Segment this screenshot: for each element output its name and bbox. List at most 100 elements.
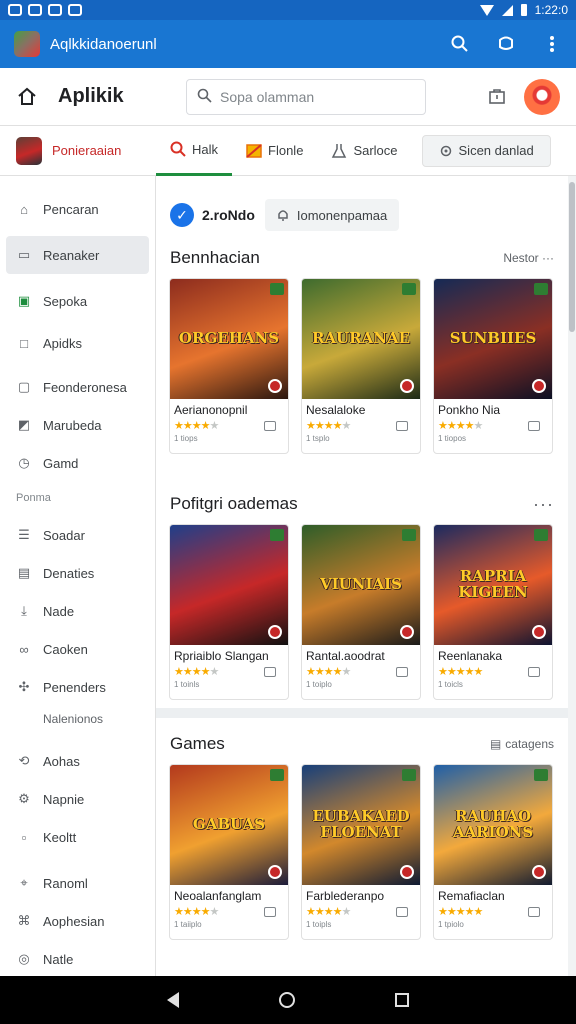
sidebar-item-denaties[interactable]: ▤ Denaties (0, 554, 155, 592)
app-card[interactable]: GABUAS Neoalanfanglam ★★★★★ 1 taiiplo (169, 764, 289, 940)
square-icon: □ (20, 335, 28, 351)
rating-stars-icon: ★★★★★ (438, 906, 483, 918)
app-cover-art: EUBAKAED FLOENAT (302, 765, 420, 885)
settings-icon (440, 145, 451, 156)
rating-stars-icon: ★★★★★ (306, 906, 351, 918)
notification-icon (48, 4, 62, 16)
install-icon[interactable] (396, 666, 408, 677)
notification-icon (28, 4, 42, 16)
section-title: Bennhacian (170, 248, 260, 267)
app-meta: ★★★★★ (170, 417, 288, 432)
section-more-link[interactable]: ▤ catagens (490, 737, 554, 751)
tab-flonle[interactable]: Flonle (232, 126, 317, 176)
shopping-bag-icon[interactable] (488, 87, 508, 107)
app-name: Rantal.aoodrat (306, 649, 385, 663)
sidebar-item-nade[interactable]: ⤓ Nade (0, 592, 155, 630)
install-icon[interactable] (264, 906, 276, 917)
search-icon[interactable] (450, 34, 470, 54)
app-meta: ★★★★★ (302, 663, 420, 678)
install-icon[interactable] (528, 420, 540, 431)
section-title: Pofitgri oademas (170, 494, 298, 513)
sidebar-item-soadar[interactable]: ☰ Soadar (0, 516, 155, 554)
sidebar-item-aophesian[interactable]: ⌘ Aophesian (0, 902, 155, 940)
sidebar-item-marubeda[interactable]: ◩ Marubeda (0, 406, 155, 444)
recents-icon[interactable] (395, 993, 409, 1007)
install-icon[interactable] (264, 420, 276, 431)
tab-halk[interactable]: Halk (156, 126, 233, 176)
install-icon[interactable] (528, 666, 540, 677)
home-icon[interactable] (16, 85, 40, 109)
platform-badge-icon (402, 283, 416, 295)
sidebar-item-reanaker[interactable]: ▭ Reanaker (6, 236, 149, 274)
app-avatar (14, 31, 40, 57)
sidebar-section-label: Ponma (16, 492, 51, 504)
app-cover-art: VIUNIAIS (302, 525, 420, 645)
install-icon[interactable] (264, 666, 276, 677)
app-card[interactable]: ORGEHANS Aerianonopnil ★★★★★ 1 tiops (169, 278, 289, 454)
sidebar-item-penenders[interactable]: ✣ Penenders (0, 668, 155, 706)
rating-stars-icon: ★★★★★ (438, 420, 483, 432)
system-nav-bar (0, 976, 576, 1024)
app-bar: Aqlkkidanoerunl (0, 20, 576, 68)
sidebar-item-napnie[interactable]: ⚙ Napnie (0, 780, 155, 818)
scrollbar-thumb[interactable] (569, 182, 575, 332)
sidebar-item-sepoka[interactable]: ▣ Sepoka (0, 282, 155, 320)
install-icon[interactable] (396, 906, 408, 917)
age-rating-icon (532, 865, 546, 879)
share-icon: ⟲ (18, 753, 30, 768)
calendar-icon: ▣ (17, 293, 31, 308)
tab-label: Halk (192, 141, 219, 157)
age-rating-icon (400, 865, 414, 879)
sidebar-item-pencaran[interactable]: ⌂ Pencaran (0, 190, 155, 228)
flask-icon (332, 143, 347, 158)
puzzle-icon: ✣ (18, 679, 30, 694)
image-icon: ◩ (17, 417, 31, 432)
app-name: Neoalanfanglam (174, 889, 262, 903)
user-avatar[interactable] (524, 78, 560, 115)
app-card[interactable]: VIUNIAIS Rantal.aoodrat ★★★★★ 1 toiplo (301, 524, 421, 700)
more-options-icon[interactable]: ··· (533, 494, 554, 515)
sidebar-item-keoltt[interactable]: ▫ Keoltt (0, 818, 155, 856)
sidebar-item-apidks[interactable]: □ Apidks (0, 324, 155, 362)
app-card[interactable]: SUNBIIES Ponkho Nia ★★★★★ 1 tiopos (433, 278, 553, 454)
app-card[interactable]: RAPRIA KIGEEN Reenlanaka ★★★★★ 1 toicls (433, 524, 553, 700)
chat-icon[interactable] (496, 34, 516, 54)
sidebar-item-ranoml[interactable]: ⌖ Ranoml (0, 864, 155, 902)
sidebar-item-gamd[interactable]: ◷ Gamd (0, 444, 155, 482)
install-icon[interactable] (528, 906, 540, 917)
filter-chip[interactable]: Iomonenpamaa (264, 199, 400, 231)
app-name: Ponkho Nia (438, 403, 501, 417)
app-cover-art: RAUHAO AARIONS (434, 765, 552, 885)
sidebar-item-feonderonesa[interactable]: ▢ Feonderonesa (0, 368, 155, 406)
app-card[interactable]: RAUHAO AARIONS Remafiaclan ★★★★★ 1 tpiolo (433, 764, 553, 940)
sidebar-item-aohas[interactable]: ⟲ Aohas (0, 742, 155, 780)
app-card[interactable]: Rpriaiblo Slangan ★★★★★ 1 toinls (169, 524, 289, 700)
app-meta: ★★★★★ (302, 903, 420, 918)
sidebar-item-natle[interactable]: ◎ Natle (0, 940, 155, 978)
app-card[interactable]: EUBAKAED FLOENAT Farblederanpo ★★★★★ 1 toip… (301, 764, 421, 940)
app-name: Reenlanaka (438, 649, 503, 663)
sidebar-item-caoken[interactable]: ∞ Caoken (0, 630, 155, 668)
tab-sarloce[interactable]: Sarloce (317, 126, 411, 176)
pinned-app[interactable]: Ponieraaian (0, 136, 156, 165)
app-card[interactable]: RAURANAE Nesalaloke ★★★★★ 1 tsplo (301, 278, 421, 454)
check-icon: ✓ (170, 203, 194, 227)
cover-logo: EUBAKAED FLOENAT (312, 807, 410, 841)
scrollbar[interactable] (568, 176, 576, 976)
install-icon[interactable] (396, 420, 408, 431)
section-more-link[interactable]: Nestor ··· (503, 251, 554, 265)
platform-badge-icon (402, 529, 416, 541)
tab-sicen-danlad[interactable]: Sicen danlad (421, 134, 551, 167)
app-meta: ★★★★★ (170, 663, 288, 678)
rating-stars-icon: ★★★★★ (174, 906, 219, 918)
search-input[interactable]: Sopa olamman (186, 78, 426, 115)
app-name: Farblederanpo (306, 889, 385, 903)
app-size: 1 tsplo (306, 434, 330, 443)
sidebar-subitem[interactable]: Nalenionos (0, 706, 155, 732)
platform-badge-icon (534, 529, 548, 541)
more-vert-icon[interactable] (542, 34, 562, 54)
back-icon[interactable] (167, 992, 179, 1008)
tab-label: Sarloce (353, 143, 398, 158)
tab-label: Sicen danlad (458, 143, 534, 158)
home-button-icon[interactable] (279, 992, 295, 1008)
